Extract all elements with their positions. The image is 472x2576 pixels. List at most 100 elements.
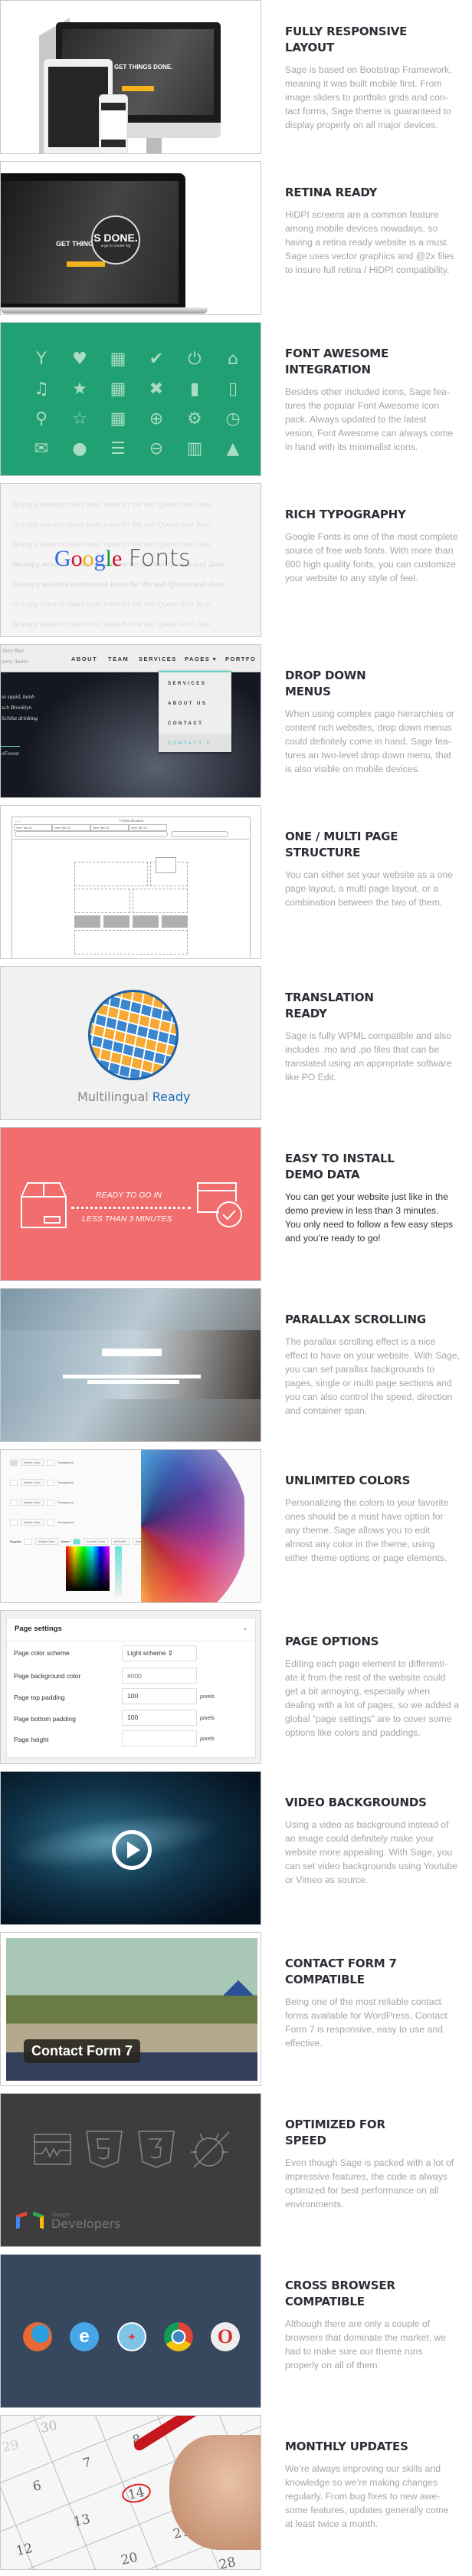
nav-item-team[interactable]: TEAM (108, 656, 129, 662)
dropdown-menu-image: ABOUT TEAM SERVICES PAGES ▾ PORTFO iller… (0, 644, 261, 798)
road-icon: ▲ (226, 439, 240, 458)
search-icon: ⚲ (34, 409, 48, 429)
envelope-icon: ✉ (34, 439, 49, 458)
feature-description: Sage is fully WPML compatible and also i… (285, 1030, 452, 1083)
feature-video: VIDEO BACKGROUNDS Using a video as backgr… (0, 1771, 472, 1932)
ie-icon: e (70, 2322, 99, 2351)
image-placeholder-icon (156, 857, 176, 873)
feature-description: Sage is based on Bootstrap Framework, me… (285, 64, 452, 130)
demo-install-image: READY TO GO IN LESS THAN 3 MINUTES (0, 1127, 261, 1281)
feature-description: We’re always improving our skills and kn… (285, 2463, 449, 2529)
panel-title: Page settings (15, 1625, 62, 1633)
safari-icon: ✦ (117, 2322, 146, 2351)
color-gradient-picker[interactable] (66, 1546, 110, 1591)
bug-icon (191, 2131, 230, 2168)
browser-tab[interactable]: New Tab 02 (52, 824, 90, 831)
feature-title: TRANSLATION READY (285, 991, 374, 1020)
feature-title: FONT AWESOME INTEGRATION (285, 347, 389, 376)
magnifier: S DONE. urge to create hig (91, 215, 140, 264)
play-button[interactable] (112, 1830, 152, 1870)
browser-tab[interactable]: New Tab 01 (14, 824, 52, 831)
dropdown-menu: SERVICES ABOUT US CONTACT CONTACT 2 (159, 671, 231, 752)
feature-description: Personalizing the colors to your favorit… (285, 1497, 449, 1563)
browsers-image: e ✦ O (0, 2254, 261, 2408)
contact-form-label: Contact Form 7 (24, 2039, 141, 2063)
feature-description: The parallax scrolling effect is a nice … (285, 1336, 461, 1416)
power-icon: ⏻ (188, 350, 202, 369)
feature-description: Besides other included icons, Sage fea- … (285, 386, 454, 452)
feature-page-options: Page settings ▲ Page color scheme Light … (0, 1610, 472, 1771)
star-icon: ★ (72, 380, 87, 399)
browser-wireframe-image: Firefox Browser ○○○ New Tab 01 New Tab 0… (0, 805, 261, 959)
feature-dropdown: ABOUT TEAM SERVICES PAGES ▾ PORTFO iller… (0, 644, 472, 805)
feature-description: When using complex page hierarchies or c… (285, 708, 454, 774)
nav-item-services[interactable]: SERVICES (139, 656, 177, 662)
chrome-icon (164, 2322, 193, 2351)
feature-description: Editing each page element to differenti-… (285, 1658, 459, 1738)
calendar-image: 30 8 7 6 14 13 21 12 20 22 28 29 (0, 2415, 261, 2570)
list-icon: ☰ (110, 439, 126, 458)
feature-contact-form: Contact Form 7 CONTACT FORM 7 COMPATIBLE… (0, 1932, 472, 2093)
bottom-padding-input[interactable]: 100 (122, 1710, 197, 1726)
feature-speed: Google Developers OPTIMIZED FOR SPEED Eve… (0, 2093, 472, 2254)
browser-tab[interactable]: New Tab 04 (129, 824, 167, 831)
feature-description: HiDPI screens are a common feature among… (285, 209, 455, 275)
nav-item-pages[interactable]: PAGES ▾ (185, 656, 217, 662)
google-developers-logo (16, 2209, 45, 2232)
menu-item-contact-2[interactable]: CONTACT 2 (168, 741, 211, 746)
nav-bar: ABOUT TEAM SERVICES PAGES ▾ PORTFO iller… (1, 645, 261, 672)
times-icon: ✖ (149, 380, 164, 399)
speed-image: Google Developers (0, 2093, 261, 2247)
check-icon: ✔ (149, 350, 164, 369)
google-fonts-image: Grumpy wizards make toxic brew for the e… (0, 483, 261, 637)
feature-font-awesome: Y ♥ ▦ ✔ ⏻ ⌂ ♫ ★ ▦ ✖ ▮ ▯ ⚲ ☆ ▦ ⊕ ⚙ ◷ ✉ ● ☰ ⊖ ▥ ▲ FONT AWESOME IN… (0, 322, 472, 483)
globe-icon (88, 990, 179, 1080)
color-scheme-select[interactable]: Light scheme ⇕ (122, 1645, 197, 1661)
firefox-icon (23, 2322, 52, 2351)
browser-tab[interactable]: New Tab 03 (90, 824, 129, 831)
multilingual-image: Multilingual Ready (0, 966, 261, 1120)
cog-icon: ⚙ (187, 409, 202, 429)
feature-responsive: GET THINGS DONE. FULLY RESPONSIVE LAYOUT… (0, 0, 472, 161)
feature-title: FULLY RESPONSIVE LAYOUT (285, 25, 408, 54)
zoom-out-icon: ⊖ (149, 439, 164, 458)
feature-title: DROP DOWN MENUS (285, 669, 366, 698)
page-height-input[interactable] (122, 1730, 197, 1746)
feature-title: ONE / MULTI PAGE STRUCTURE (285, 830, 398, 859)
hue-slider[interactable] (115, 1546, 122, 1595)
menu-item-contact[interactable]: CONTACT (168, 721, 203, 726)
feature-title: RETINA READY (285, 186, 378, 199)
color-wheel (141, 1450, 244, 1602)
feature-title: PARALLAX SCROLLING (285, 1313, 426, 1326)
star-outline-icon: ☆ (72, 409, 87, 429)
feature-title: MONTHLY UPDATES (285, 2440, 408, 2453)
menu-item-services[interactable]: SERVICES (168, 682, 206, 686)
menu-item-about-us[interactable]: ABOUT US (168, 702, 207, 706)
file-icon: ▯ (228, 380, 238, 399)
home-icon: ⌂ (228, 350, 238, 369)
feature-title: OPTIMIZED FOR SPEED (285, 2118, 385, 2147)
feature-title: EASY TO INSTALL DEMO DATA (285, 1152, 395, 1181)
feature-translation: Multilingual Ready TRANSLATION READY Sage… (0, 966, 472, 1127)
feature-description: Although there are only a couple of brow… (285, 2318, 446, 2371)
feature-title: CROSS BROWSER COMPATIBLE (285, 2279, 395, 2308)
glass-icon: Y (36, 350, 47, 369)
feature-description: Google Fonts is one of the most complete… (285, 531, 458, 583)
feature-colors: Select Color Transparent Select Color Tran… (0, 1449, 472, 1610)
nav-item-portfolio[interactable]: PORTFO (225, 656, 256, 662)
retina-laptop-image: GET THING S DONE. urge to create hig (0, 161, 261, 315)
feature-description: Even though Sage is packed with a lot of… (285, 2157, 454, 2210)
collapse-arrow-icon[interactable]: ▲ (243, 1627, 247, 1631)
feature-monthly-updates: 30 8 7 6 14 13 21 12 20 22 28 29 MONTHLY… (0, 2415, 472, 2576)
responsive-devices-image: GET THINGS DONE. (0, 0, 261, 154)
page-settings-image: Page settings ▲ Page color scheme Light … (0, 1610, 261, 1764)
th-large-icon: ▦ (110, 380, 126, 399)
nav-item-about[interactable]: ABOUT (71, 656, 97, 662)
css3-icon (138, 2131, 175, 2168)
icon-grid: Y ♥ ▦ ✔ ⏻ ⌂ ♫ ★ ▦ ✖ ▮ ▯ ⚲ ☆ ▦ ⊕ ⚙ ◷ ✉ ● ☰ ⊖ ▥ ▲ (22, 344, 244, 464)
top-padding-input[interactable]: 100 (122, 1688, 197, 1704)
background-color-input[interactable] (122, 1668, 197, 1684)
html5-icon (86, 2131, 123, 2168)
feature-description: Being one of the most reliable contact f… (285, 1996, 447, 2049)
font-awesome-icons-image: Y ♥ ▦ ✔ ⏻ ⌂ ♫ ★ ▦ ✖ ▮ ▯ ⚲ ☆ ▦ ⊕ ⚙ ◷ ✉ ● ☰ ⊖ ▥ ▲ (0, 322, 261, 476)
